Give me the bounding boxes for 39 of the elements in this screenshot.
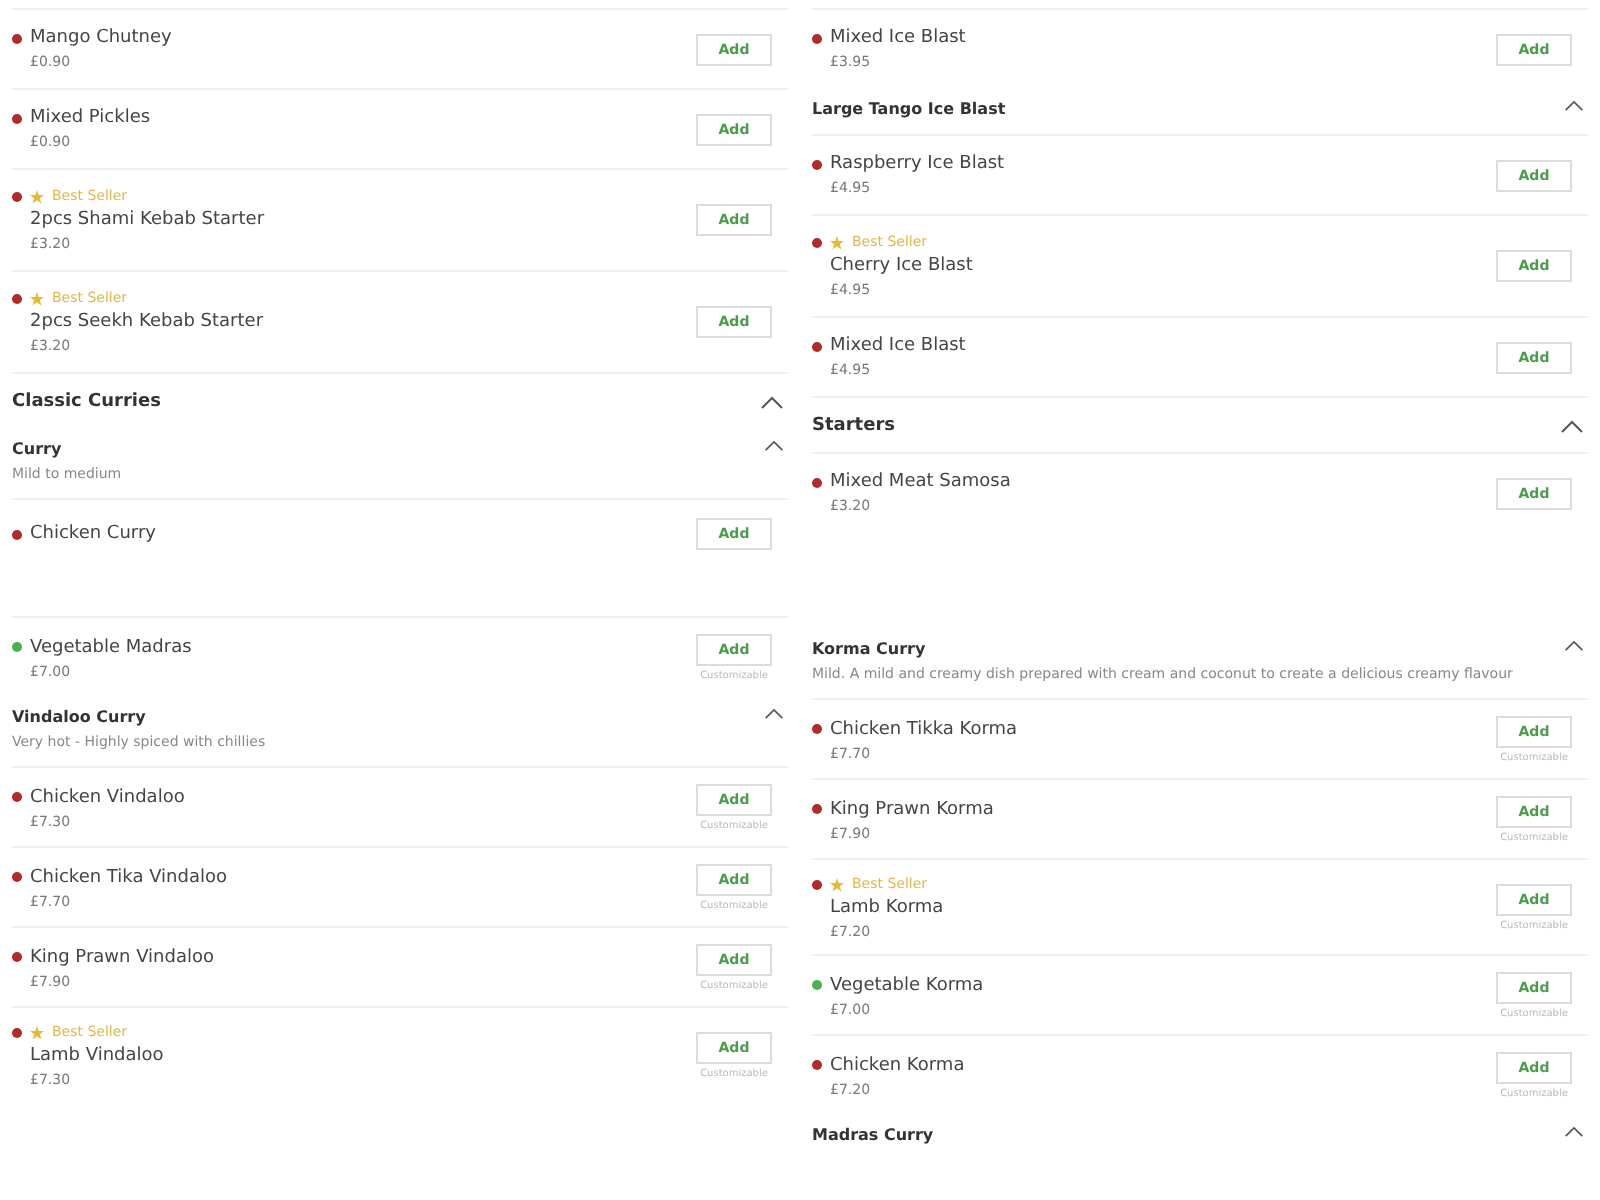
item-name: Vegetable Korma xyxy=(830,975,984,995)
category-title: Curry xyxy=(12,440,64,458)
item-name: Chicken Tika Vindaloo xyxy=(30,867,227,887)
chevron-icon[interactable] xyxy=(1564,100,1584,112)
item-name: Mixed Meat Samosa xyxy=(830,472,1011,492)
item-name: 2pcs Seekh Kebab Starter xyxy=(30,312,264,332)
section-title: Starters xyxy=(812,416,895,436)
item-name: Lamb Vindaloo xyxy=(30,1046,164,1066)
section-title: Classic Curries xyxy=(12,392,161,412)
chevron-icon[interactable] xyxy=(1564,640,1584,652)
item-name: Chicken Tikka Korma xyxy=(830,719,1018,739)
item-name: Mango Chutney xyxy=(30,28,172,48)
chevron-icon[interactable] xyxy=(1560,419,1584,433)
star-icon xyxy=(30,291,44,305)
star-icon xyxy=(30,189,44,203)
star-icon xyxy=(830,235,844,249)
item-name: Chicken Korma xyxy=(830,1055,965,1075)
item-name: Raspberry Ice Blast xyxy=(830,154,1005,174)
item-name: Chicken Curry xyxy=(30,524,156,544)
chevron-icon[interactable] xyxy=(1564,1126,1584,1138)
category-title: Vindaloo Curry xyxy=(12,708,148,726)
chevron-icon[interactable] xyxy=(760,395,784,409)
item-name: Vegetable Madras xyxy=(30,637,192,657)
item-name: Cherry Ice Blast xyxy=(830,256,973,276)
chevron-icon[interactable] xyxy=(764,440,784,452)
chevron-icon[interactable] xyxy=(764,708,784,720)
star-icon xyxy=(30,1025,44,1039)
category-title: Madras Curry xyxy=(812,1126,934,1144)
item-name: Chicken Vindaloo xyxy=(30,787,185,807)
item-name: Mixed Ice Blast xyxy=(830,336,966,356)
item-name: Mixed Ice Blast xyxy=(830,28,966,48)
item-name: King Prawn Vindaloo xyxy=(30,947,214,967)
item-name: Mixed Pickles xyxy=(30,108,151,128)
item-name: King Prawn Korma xyxy=(830,799,994,819)
item-name: Lamb Korma xyxy=(830,898,944,918)
category-title: Large Tango Ice Blast xyxy=(812,100,1006,118)
item-name: 2pcs Shami Kebab Starter xyxy=(30,210,265,230)
star-icon xyxy=(830,877,844,891)
category-title: Korma Curry xyxy=(812,640,928,658)
